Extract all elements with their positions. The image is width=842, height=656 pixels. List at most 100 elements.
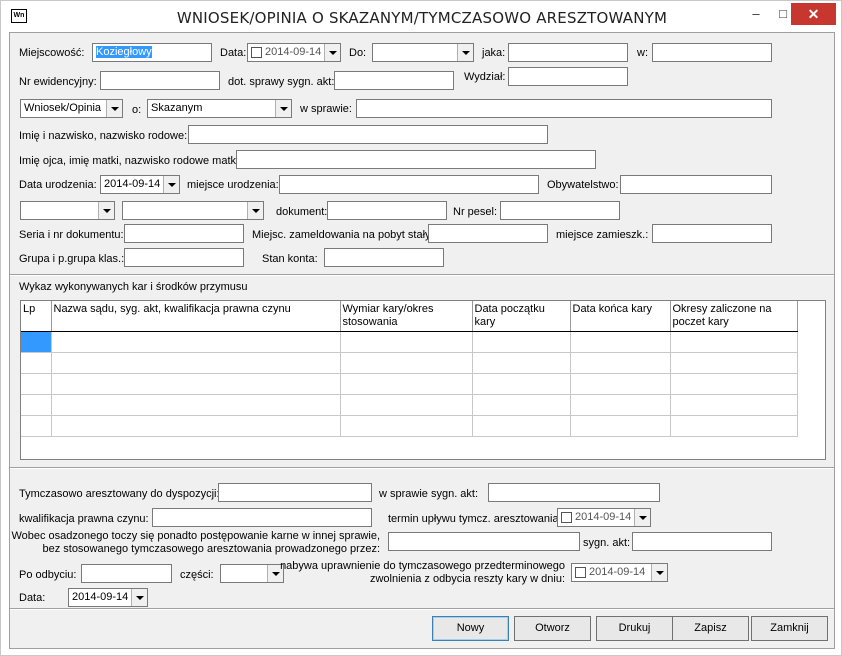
table-cell[interactable]: [570, 415, 671, 437]
table-cell[interactable]: [472, 331, 571, 353]
nabywa-checkbox[interactable]: [575, 567, 586, 578]
tymczasowo-field[interactable]: [218, 483, 372, 502]
o-combo[interactable]: Skazanym: [147, 99, 292, 118]
column-header[interactable]: Nazwa sądu, syg. akt, kwalifikacja prawn…: [51, 301, 341, 332]
chevron-down-icon[interactable]: [163, 176, 179, 193]
w-sprawie-sygn-field[interactable]: [488, 483, 660, 502]
chevron-down-icon[interactable]: [324, 44, 340, 61]
jaka-field[interactable]: [508, 43, 628, 62]
table-cell[interactable]: [21, 331, 52, 353]
drukuj-button[interactable]: Drukuj: [596, 616, 673, 641]
column-header[interactable]: Data początku kary: [472, 301, 571, 332]
dokument-typ-combo[interactable]: [20, 201, 115, 220]
table-cell[interactable]: [472, 373, 571, 395]
miejsce-zamieszkania-label: miejsce zamieszk.:: [556, 229, 649, 241]
column-header[interactable]: Data końca kary: [570, 301, 671, 332]
title-bar[interactable]: Wn WNIOSEK/OPINIA O SKAZANYM/TYMCZASOWO …: [1, 1, 841, 31]
table-cell[interactable]: [670, 394, 798, 416]
table-cell[interactable]: [51, 394, 341, 416]
nowy-button[interactable]: Nowy: [432, 616, 509, 641]
table-cell[interactable]: [340, 394, 473, 416]
table-row[interactable]: [21, 373, 798, 395]
termin-checkbox[interactable]: [561, 512, 572, 523]
kwalifikacja-field[interactable]: [152, 508, 372, 527]
dot-sprawy-field[interactable]: [334, 71, 454, 90]
wydzial-label: Wydział:: [464, 71, 506, 83]
column-header[interactable]: Okresy zaliczone na poczet kary: [670, 301, 798, 332]
zamknij-button[interactable]: Zamknij: [751, 616, 828, 641]
table-cell[interactable]: [570, 394, 671, 416]
sygn-akt-field[interactable]: [632, 532, 772, 551]
table-cell[interactable]: [51, 331, 341, 353]
grupa-field[interactable]: [124, 248, 244, 267]
data-checkbox[interactable]: [251, 47, 262, 58]
kary-grid[interactable]: Lp Nazwa sądu, syg. akt, kwalifikacja pr…: [20, 300, 826, 460]
stan-konta-field[interactable]: [324, 248, 444, 267]
minimize-icon[interactable]: –: [741, 3, 771, 25]
miejsce-zamieszkania-field[interactable]: [652, 224, 772, 243]
czesci-combo[interactable]: [220, 564, 284, 583]
obywatelstwo-field[interactable]: [620, 175, 772, 194]
chevron-down-icon[interactable]: [275, 100, 291, 117]
miejsce-urodzenia-field[interactable]: [279, 175, 539, 194]
nabywa-date-picker[interactable]: 2014-09-14: [571, 563, 668, 582]
po-odbyciu-field[interactable]: [81, 564, 172, 583]
chevron-down-icon[interactable]: [98, 202, 114, 219]
imie-nazwisko-field[interactable]: [188, 125, 548, 144]
table-cell[interactable]: [340, 352, 473, 374]
miejscowosc-field[interactable]: Koziegłowy: [92, 43, 212, 62]
table-cell[interactable]: [21, 415, 52, 437]
chevron-down-icon[interactable]: [457, 44, 473, 61]
table-row[interactable]: [21, 394, 798, 416]
do-combo[interactable]: [372, 43, 474, 62]
table-cell[interactable]: [21, 352, 52, 374]
table-row[interactable]: [21, 352, 798, 374]
table-cell[interactable]: [670, 352, 798, 374]
table-cell[interactable]: [340, 373, 473, 395]
table-cell[interactable]: [340, 415, 473, 437]
table-cell[interactable]: [51, 415, 341, 437]
table-cell[interactable]: [21, 394, 52, 416]
w-sprawie-field[interactable]: [356, 99, 772, 118]
table-cell[interactable]: [472, 415, 571, 437]
termin-date-picker[interactable]: 2014-09-14: [557, 508, 651, 527]
w-field[interactable]: [652, 43, 772, 62]
table-cell[interactable]: [570, 352, 671, 374]
zameldowanie-field[interactable]: [428, 224, 548, 243]
chevron-down-icon[interactable]: [651, 564, 667, 581]
dokument-rodzaj-combo[interactable]: [122, 201, 264, 220]
nr-ewidencyjny-field[interactable]: [100, 71, 220, 90]
table-cell[interactable]: [570, 373, 671, 395]
dokument-field[interactable]: [327, 201, 447, 220]
imie-ojca-field[interactable]: [236, 150, 596, 169]
table-cell[interactable]: [670, 331, 798, 353]
data-lower-picker[interactable]: 2014-09-14: [68, 588, 148, 607]
close-icon[interactable]: ✕: [791, 3, 836, 25]
table-row[interactable]: [21, 415, 798, 437]
chevron-down-icon[interactable]: [634, 509, 650, 526]
wydzial-field[interactable]: [508, 67, 628, 86]
typ-combo[interactable]: Wniosek/Opinia: [20, 99, 123, 118]
table-cell[interactable]: [670, 373, 798, 395]
data-urodzenia-picker[interactable]: 2014-09-14: [100, 175, 180, 194]
seria-field[interactable]: [124, 224, 244, 243]
table-cell[interactable]: [51, 352, 341, 374]
pesel-field[interactable]: [500, 201, 620, 220]
table-cell[interactable]: [670, 415, 798, 437]
wobec-field[interactable]: [388, 532, 580, 551]
zapisz-button[interactable]: Zapisz: [672, 616, 749, 641]
chevron-down-icon[interactable]: [106, 100, 122, 117]
data-date-picker[interactable]: 2014-09-14: [247, 43, 341, 62]
column-header[interactable]: Wymiar kary/okres stosowania: [340, 301, 473, 332]
otworz-button[interactable]: Otworz: [514, 616, 591, 641]
table-cell[interactable]: [340, 331, 473, 353]
column-header[interactable]: Lp: [21, 301, 52, 332]
table-cell[interactable]: [51, 373, 341, 395]
table-cell[interactable]: [472, 352, 571, 374]
table-row[interactable]: [21, 331, 798, 353]
table-cell[interactable]: [472, 394, 571, 416]
table-cell[interactable]: [21, 373, 52, 395]
chevron-down-icon[interactable]: [247, 202, 263, 219]
chevron-down-icon[interactable]: [131, 589, 147, 606]
table-cell[interactable]: [570, 331, 671, 353]
